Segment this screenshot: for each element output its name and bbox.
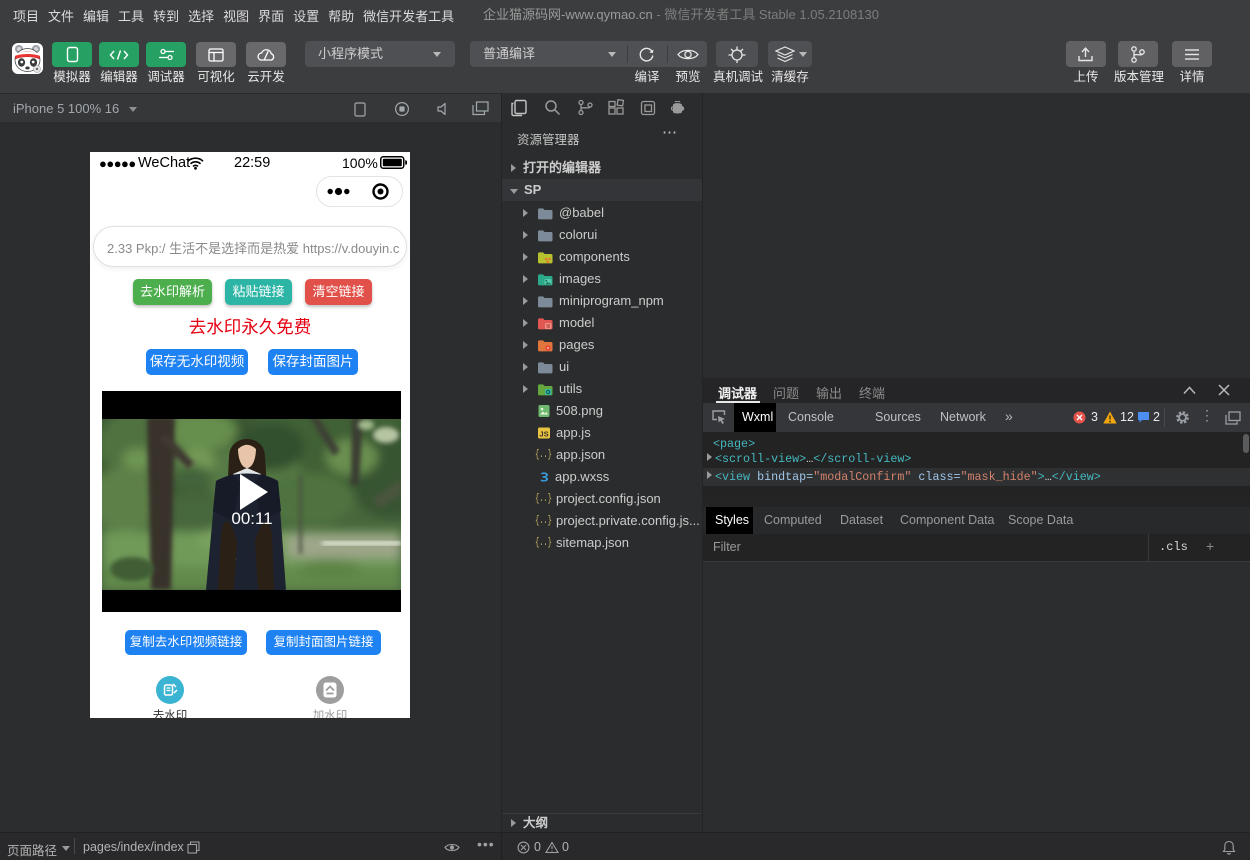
svg-text:00:11: 00:11 — [231, 509, 272, 528]
svg-text:JS: JS — [539, 430, 548, 439]
